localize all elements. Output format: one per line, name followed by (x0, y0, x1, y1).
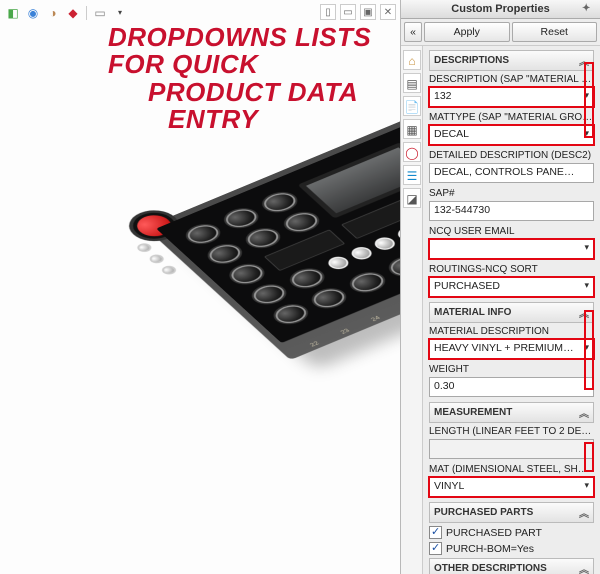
input-material-description[interactable]: HEAVY VINYL + PREMIUM MATTE OVERLA (429, 339, 594, 359)
section-view-icon[interactable]: ◧ (4, 4, 22, 22)
section-header-purchased[interactable]: PURCHASED PARTS ︽ (429, 502, 594, 523)
emergency-stop (119, 204, 188, 247)
pin-icon[interactable]: ✦ (582, 3, 594, 15)
label-weight: WEIGHT (429, 364, 594, 375)
shaded-edges-icon[interactable]: ◑ (44, 4, 62, 22)
tab-view-palette-icon[interactable]: ▦ (403, 119, 421, 139)
label-ncq-email: NCQ USER EMAIL (429, 226, 594, 237)
section-title: PURCHASED PARTS (434, 507, 533, 518)
checkbox-purch-bom-row: PURCH-BOM=Yes (429, 542, 594, 555)
window-controls: ▯ ▭ ▣ ✕ (320, 4, 396, 20)
overlay-line-3: PRODUCT DATA (108, 79, 400, 106)
tab-file-explorer-icon[interactable]: 📄 (403, 96, 421, 116)
checkbox-label: PURCH-BOM=Yes (446, 543, 534, 555)
properties-scroll[interactable]: DESCRIPTIONS ︽ DESCRIPTION (SAP "MATERIA… (423, 46, 600, 574)
section-header-other[interactable]: OTHER DESCRIPTIONS ︽ (429, 558, 594, 574)
dropdown-icon[interactable]: ▾ (111, 4, 129, 22)
checkbox-purch-bom[interactable] (429, 542, 442, 555)
section-other-descriptions: OTHER DESCRIPTIONS ︽ NOTE (429, 558, 594, 574)
section-header-material[interactable]: MATERIAL INFO ︽ (429, 302, 594, 323)
tile-horizontal-icon[interactable]: ▯ (320, 4, 336, 20)
tab-forum-icon[interactable]: ◪ (403, 188, 421, 208)
input-ncq-email[interactable] (429, 239, 594, 259)
tab-design-library-icon[interactable]: ▤ (403, 73, 421, 93)
pane-title-bar: Custom Properties ✦ (401, 0, 600, 19)
switch-row (325, 186, 400, 275)
label-routings: ROUTINGS-NCQ SORT (429, 264, 594, 275)
chevron-up-icon: ︽ (579, 405, 589, 420)
section-title: MATERIAL INFO (434, 307, 511, 318)
separator (86, 6, 87, 20)
tab-custom-properties-icon[interactable]: ☰ (403, 165, 421, 185)
panel-chassis: 2223 2425 3233 3435 (145, 55, 400, 360)
label-description-sap: DESCRIPTION (SAP "MATERIAL GROUP") (429, 74, 594, 85)
section-title: DESCRIPTIONS (434, 55, 509, 66)
input-sapnum[interactable]: 132-544730 (429, 201, 594, 221)
shaded-icon[interactable]: ◉ (24, 4, 42, 22)
section-measurement: MEASUREMENT ︽ LENGTH (LINEAR FEET TO 2 D… (429, 402, 594, 497)
tile-vertical-icon[interactable]: ▭ (340, 4, 356, 20)
view-toolbar: ◧ ◉ ◑ ◆ ▭ ▾ (4, 4, 129, 22)
checkbox-label: PURCHASED PART (446, 527, 542, 539)
section-purchased-parts: PURCHASED PARTS ︽ PURCHASED PART PURCH-B… (429, 502, 594, 555)
chevron-up-icon: ︽ (579, 53, 589, 68)
display-icon[interactable]: ▭ (91, 4, 109, 22)
prev-button[interactable]: « (404, 22, 422, 42)
input-weight[interactable]: 0.30 (429, 377, 594, 397)
toggle-switch-column (135, 242, 180, 277)
model-viewport[interactable]: ◧ ◉ ◑ ◆ ▭ ▾ ▯ ▭ ▣ ✕ DROPDOWNS LISTS FOR … (0, 0, 400, 574)
chevron-up-icon: ︽ (579, 561, 589, 574)
input-desc2[interactable]: DECAL, CONTROLS PANEL FACE, 1-PC (429, 163, 594, 183)
model-isometric: 2223 2425 3233 3435 (145, 38, 400, 343)
panel-numbers: 2223 2425 3233 3435 (308, 251, 400, 348)
section-descriptions: DESCRIPTIONS ︽ DESCRIPTION (SAP "MATERIA… (429, 50, 594, 297)
label-material-description: MATERIAL DESCRIPTION (429, 326, 594, 337)
section-title: OTHER DESCRIPTIONS (434, 563, 547, 574)
overlay-line-1: DROPDOWNS LISTS (108, 24, 400, 51)
input-routings[interactable]: PURCHASED (429, 277, 594, 297)
label-desc2: DETAILED DESCRIPTION (DESC2) (429, 150, 594, 161)
input-description-sap[interactable]: 132 (429, 87, 594, 107)
label-sapnum: SAP# (429, 188, 594, 199)
custom-properties-pane: Custom Properties ✦ « Apply Reset ⌂ ▤ 📄 … (400, 0, 600, 574)
cascade-icon[interactable]: ▣ (360, 4, 376, 20)
section-material-info: MATERIAL INFO ︽ MATERIAL DESCRIPTION HEA… (429, 302, 594, 397)
tab-appearances-icon[interactable]: ◯ (403, 142, 421, 162)
checkbox-purchased-part-row: PURCHASED PART (429, 526, 594, 539)
label-length: LENGTH (LINEAR FEET TO 2 DECIMALS, IF AP… (429, 426, 594, 437)
tab-resources-icon[interactable]: ⌂ (403, 50, 421, 70)
close-view-icon[interactable]: ✕ (380, 4, 396, 20)
chevron-up-icon: ︽ (579, 505, 589, 520)
section-title: MEASUREMENT (434, 407, 512, 418)
annotation-overlay: DROPDOWNS LISTS FOR QUICK PRODUCT DATA E… (108, 24, 400, 133)
taskpane-tabstrip: ⌂ ▤ 📄 ▦ ◯ ☰ ◪ (401, 46, 423, 574)
section-header-measurement[interactable]: MEASUREMENT ︽ (429, 402, 594, 423)
apply-button[interactable]: Apply (424, 22, 510, 42)
input-length[interactable] (429, 439, 594, 459)
overlay-line-2: FOR QUICK (108, 51, 400, 78)
display-screen (297, 142, 400, 219)
pane-title: Custom Properties (451, 3, 549, 15)
panel-face (156, 62, 400, 343)
chevron-up-icon: ︽ (579, 305, 589, 320)
checkbox-purchased-part[interactable] (429, 526, 442, 539)
label-mat: MAT (DIMENSIONAL STEEL, SHOWS UP IN BOM (429, 464, 594, 475)
perspective-icon[interactable]: ◆ (64, 4, 82, 22)
label-mattype: MATTYPE (SAP "MATERIAL GROUP") (429, 112, 594, 123)
apply-reset-row: « Apply Reset (401, 19, 600, 46)
input-mat[interactable]: VINYL (429, 477, 594, 497)
input-mattype[interactable]: DECAL (429, 125, 594, 145)
section-header-descriptions[interactable]: DESCRIPTIONS ︽ (429, 50, 594, 71)
reset-button[interactable]: Reset (512, 22, 598, 42)
